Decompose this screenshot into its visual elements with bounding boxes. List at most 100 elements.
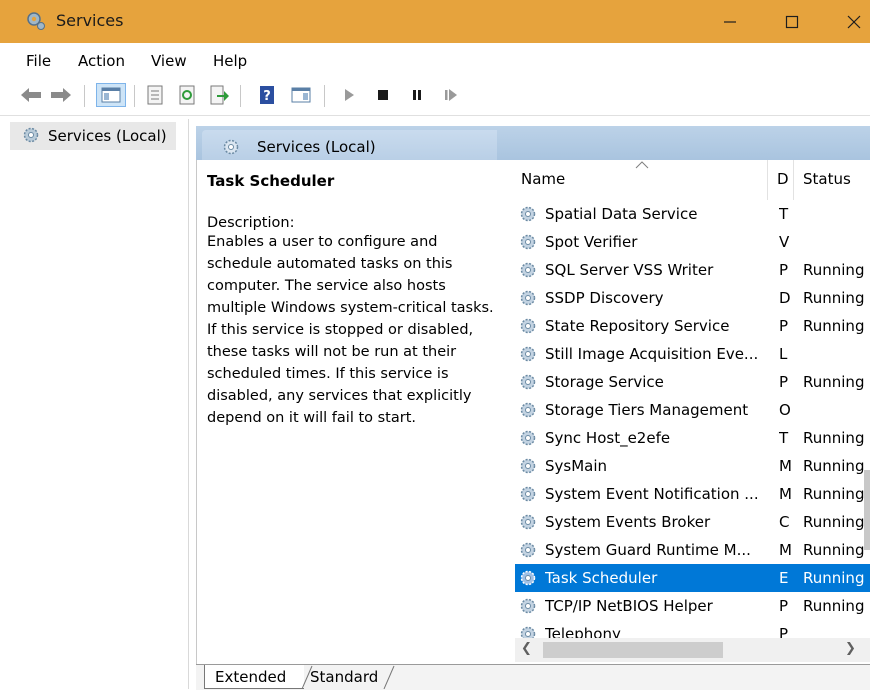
menu-view[interactable]: View: [151, 52, 187, 70]
back-arrow-icon: [21, 88, 41, 102]
service-status: Running: [803, 597, 865, 615]
service-status: Running: [803, 261, 865, 279]
table-row[interactable]: Still Image Acquisition Eve... L: [515, 340, 870, 368]
tree-item-services-local[interactable]: Services (Local): [10, 122, 176, 150]
forward-button[interactable]: [50, 83, 72, 107]
back-button[interactable]: [20, 83, 42, 107]
service-description: T: [779, 205, 789, 223]
column-header-description[interactable]: D: [777, 170, 789, 188]
help-button[interactable]: ?: [256, 83, 278, 107]
content-area: Task Scheduler Description: Enables a us…: [196, 160, 870, 664]
service-gear-icon: [520, 374, 536, 390]
start-service-button[interactable]: [338, 83, 360, 107]
menu-bar: File Action View Help: [0, 43, 870, 77]
table-row[interactable]: System Events Broker C Running: [515, 508, 870, 536]
service-status: Running: [803, 457, 865, 475]
service-gear-icon: [520, 570, 536, 586]
table-row[interactable]: Storage Tiers Management O: [515, 396, 870, 424]
pause-icon: [413, 90, 421, 100]
menu-help[interactable]: Help: [213, 52, 247, 70]
view-tabs: Extended Standard: [196, 664, 870, 690]
table-row[interactable]: System Guard Runtime M... M Running: [515, 536, 870, 564]
toolbar: ?: [0, 77, 870, 116]
service-gear-icon: [520, 318, 536, 334]
services-gear-icon: [27, 12, 45, 30]
scrollbar-thumb[interactable]: [543, 642, 723, 658]
scroll-right-icon[interactable]: ❯: [845, 641, 856, 656]
console-tree: Services (Local): [10, 119, 189, 689]
service-description: M: [779, 457, 791, 475]
toolbar-separator: [84, 85, 85, 107]
table-row[interactable]: Task Scheduler E Running: [515, 564, 870, 592]
services-gear-icon: [223, 139, 239, 155]
table-row[interactable]: TCP/IP NetBIOS Helper P Running: [515, 592, 870, 620]
service-name: SysMain: [545, 457, 608, 475]
horizontal-scrollbar[interactable]: ❮ ❯: [515, 638, 870, 662]
sort-ascending-icon: [635, 161, 649, 169]
column-divider[interactable]: [793, 160, 794, 200]
service-name: Spatial Data Service: [545, 205, 698, 223]
service-name: System Event Notification ...: [545, 485, 759, 503]
service-name: System Guard Runtime M...: [545, 541, 751, 559]
properties-button[interactable]: [144, 83, 166, 107]
service-name: SQL Server VSS Writer: [545, 261, 714, 279]
column-header-status[interactable]: Status: [803, 170, 851, 188]
scroll-left-icon[interactable]: ❮: [521, 641, 532, 656]
tab-extended[interactable]: Extended: [204, 665, 304, 689]
restart-service-button[interactable]: [440, 83, 462, 107]
column-header-name[interactable]: Name: [521, 170, 565, 188]
services-list: Name D Status Spatial Data Service T Spot …: [515, 160, 870, 664]
service-description: V: [779, 233, 790, 251]
table-row[interactable]: Storage Service P Running: [515, 368, 870, 396]
column-divider[interactable]: [767, 160, 768, 200]
title-bar: Services: [0, 0, 870, 43]
table-row[interactable]: SSDP Discovery D Running: [515, 284, 870, 312]
description-text: Enables a user to configure and schedule…: [207, 234, 494, 426]
service-description: E: [779, 569, 789, 587]
table-row[interactable]: Spot Verifier V: [515, 228, 870, 256]
main-header: Services (Local): [196, 126, 870, 160]
service-description: D: [779, 289, 791, 307]
refresh-button[interactable]: [176, 83, 198, 107]
list-header: Name D Status: [515, 160, 870, 200]
export-list-button[interactable]: [208, 83, 230, 107]
maximize-button[interactable]: [764, 0, 820, 43]
service-gear-icon: [520, 598, 536, 614]
toolbar-separator: [240, 85, 241, 107]
close-icon: [847, 15, 861, 28]
table-row[interactable]: System Event Notification ... M Running: [515, 480, 870, 508]
tab-standard[interactable]: Standard: [304, 665, 394, 689]
play-icon: [345, 89, 354, 101]
service-gear-icon: [520, 486, 536, 502]
table-row[interactable]: Spatial Data Service T: [515, 200, 870, 228]
menu-file[interactable]: File: [26, 52, 51, 70]
menu-action[interactable]: Action: [78, 52, 125, 70]
service-name: System Events Broker: [545, 513, 711, 531]
service-name: Task Scheduler: [545, 569, 658, 587]
service-status: Running: [803, 485, 865, 503]
service-name: Still Image Acquisition Eve...: [545, 345, 759, 363]
service-name: State Repository Service: [545, 317, 730, 335]
properties-icon: [147, 85, 163, 105]
service-gear-icon: [520, 542, 536, 558]
stop-service-button[interactable]: [372, 83, 394, 107]
vertical-scrollbar-thumb[interactable]: [864, 470, 870, 550]
tab-edge: [383, 665, 395, 689]
table-row[interactable]: Sync Host_e2efe T Running: [515, 424, 870, 452]
action-pane-icon: [291, 87, 311, 103]
service-gear-icon: [520, 262, 536, 278]
show-action-pane-button[interactable]: [290, 83, 312, 107]
toolbar-separator: [134, 85, 135, 107]
pause-service-button[interactable]: [406, 83, 428, 107]
service-gear-icon: [520, 290, 536, 306]
close-button[interactable]: [826, 0, 870, 43]
service-status: Running: [803, 317, 865, 335]
table-row[interactable]: SQL Server VSS Writer P Running: [515, 256, 870, 284]
table-row[interactable]: State Repository Service P Running: [515, 312, 870, 340]
minimize-button[interactable]: [702, 0, 758, 43]
services-gear-icon: [23, 127, 39, 143]
toolbar-separator: [324, 85, 325, 107]
table-row[interactable]: SysMain M Running: [515, 452, 870, 480]
service-gear-icon: [520, 458, 536, 474]
show-console-tree-button[interactable]: [96, 83, 126, 107]
